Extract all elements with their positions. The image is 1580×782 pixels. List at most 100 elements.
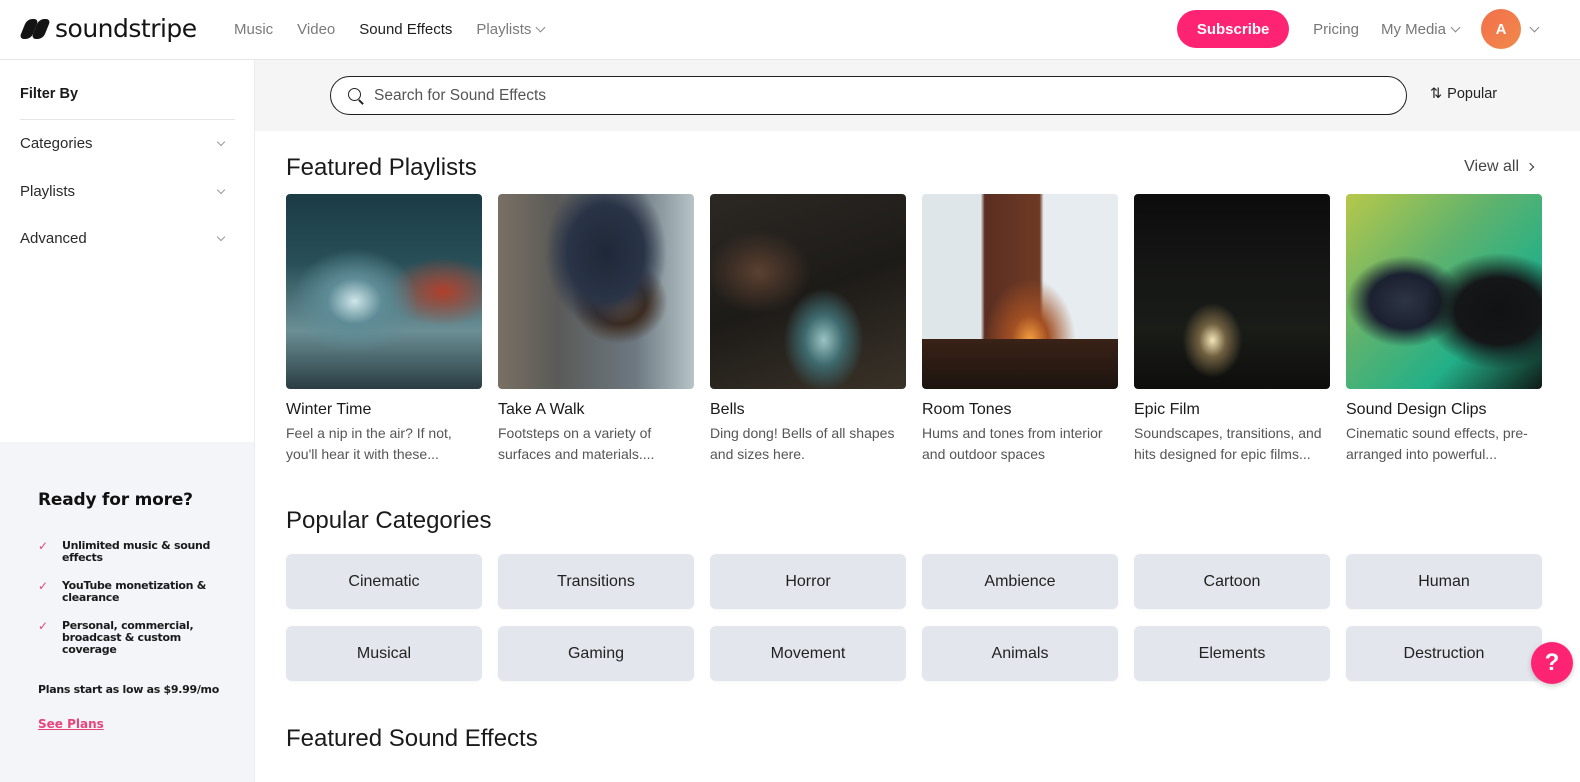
question-mark-icon: ?: [1544, 649, 1560, 676]
promo-feature-text: YouTube monetization & clearance: [62, 579, 207, 604]
sort-dropdown[interactable]: ⇅ Popular: [1430, 86, 1497, 102]
promo-price: Plans start as low as $9.99/mo: [38, 683, 219, 696]
category-grid: Cinematic Transitions Horror Ambience Ca…: [286, 554, 1542, 681]
subscribe-button[interactable]: Subscribe: [1177, 10, 1290, 48]
playlist-name[interactable]: Sound Design Clips: [1346, 401, 1542, 419]
playlist-thumbnail[interactable]: [922, 194, 1118, 389]
playlist-thumbnail[interactable]: [1346, 194, 1542, 389]
playlist-thumbnail[interactable]: [286, 194, 482, 389]
playlist-description: Hums and tones from interior and outdoor…: [922, 425, 1103, 462]
filter-playlists-label: Playlists: [20, 183, 76, 200]
popular-categories-title: Popular Categories: [286, 507, 492, 534]
playlist-description: Feel a nip in the air? If not, you'll he…: [286, 425, 452, 462]
pricing-link[interactable]: Pricing: [1313, 21, 1359, 38]
promo-feature: ✓ Unlimited music & sound effects: [38, 540, 228, 564]
check-icon: ✓: [38, 539, 48, 553]
logo-text: soundstripe: [55, 14, 197, 43]
promo-title: Ready for more?: [38, 490, 193, 510]
user-avatar[interactable]: A: [1481, 9, 1521, 49]
see-plans-link[interactable]: See Plans: [38, 717, 104, 731]
filter-sidebar: Filter By Categories Playlists Advanced …: [0, 60, 255, 782]
category-button[interactable]: Movement: [710, 626, 906, 681]
filter-advanced-label: Advanced: [20, 230, 87, 247]
featured-sound-effects-title: Featured Sound Effects: [286, 725, 538, 752]
category-button[interactable]: Ambience: [922, 554, 1118, 609]
search-box[interactable]: [330, 76, 1407, 115]
check-icon: ✓: [38, 619, 48, 633]
nav-sound-effects[interactable]: Sound Effects: [359, 21, 452, 38]
my-media-menu[interactable]: My Media: [1380, 20, 1461, 38]
playlist-card[interactable]: Sound Design Clips Cinematic sound effec…: [1346, 194, 1542, 465]
chevron-down-icon: [216, 137, 226, 146]
filter-categories-label: Categories: [20, 135, 93, 152]
playlist-name[interactable]: Bells: [710, 401, 906, 419]
category-button[interactable]: Animals: [922, 626, 1118, 681]
playlist-name[interactable]: Winter Time: [286, 401, 482, 419]
check-icon: ✓: [38, 579, 48, 593]
view-all-link[interactable]: View all: [1464, 158, 1535, 176]
category-button[interactable]: Musical: [286, 626, 482, 681]
search-input[interactable]: [374, 86, 1406, 105]
featured-playlists-title: Featured Playlists: [286, 154, 477, 181]
sort-arrows-icon: ⇅: [1430, 86, 1443, 102]
playlist-description: Cinematic sound effects, pre-arranged in…: [1346, 425, 1528, 462]
search-icon: [348, 87, 364, 104]
logo-mark-icon: [18, 18, 52, 39]
category-button[interactable]: Cinematic: [286, 554, 482, 609]
search-toolbar: ⇅ Popular: [255, 60, 1580, 131]
playlist-description: Soundscapes, transitions, and hits desig…: [1134, 425, 1322, 462]
top-header: soundstripe Music Video Sound Effects Pl…: [0, 0, 1580, 60]
chevron-down-icon: [216, 185, 226, 194]
playlist-description: Ding dong! Bells of all shapes and sizes…: [710, 425, 895, 462]
promo-feature-text: Personal, commercial, broadcast & custom…: [62, 619, 194, 656]
playlist-card[interactable]: Winter Time Feel a nip in the air? If no…: [286, 194, 482, 465]
playlist-card[interactable]: Room Tones Hums and tones from interior …: [922, 194, 1118, 465]
nav-playlists-label: Playlists: [476, 20, 532, 38]
playlist-name[interactable]: Epic Film: [1134, 401, 1330, 419]
my-media-label: My Media: [1380, 20, 1446, 38]
sort-label: Popular: [1447, 86, 1498, 102]
account-chevron-down-icon[interactable]: [1529, 22, 1540, 32]
header-right: Subscribe Pricing My Media A: [1177, 0, 1540, 58]
playlist-name[interactable]: Room Tones: [922, 401, 1118, 419]
help-button[interactable]: ?: [1531, 642, 1573, 684]
playlist-row: Winter Time Feel a nip in the air? If no…: [286, 194, 1542, 465]
nav-video[interactable]: Video: [297, 21, 335, 38]
filter-advanced[interactable]: Advanced: [20, 230, 232, 247]
soundstripe-logo[interactable]: soundstripe: [18, 14, 197, 43]
filter-title: Filter By: [20, 86, 79, 102]
promo-feature: ✓ YouTube monetization & clearance: [38, 580, 228, 604]
category-button[interactable]: Gaming: [498, 626, 694, 681]
playlist-thumbnail[interactable]: [498, 194, 694, 389]
main-nav: Music Video Sound Effects Playlists: [234, 0, 568, 58]
chevron-down-icon: [1450, 22, 1461, 32]
filter-categories[interactable]: Categories: [20, 135, 232, 152]
nav-music-label: Music: [234, 20, 274, 38]
nav-sound-effects-label: Sound Effects: [359, 20, 453, 38]
playlist-name[interactable]: Take A Walk: [498, 401, 694, 419]
playlist-card[interactable]: Epic Film Soundscapes, transitions, and …: [1134, 194, 1330, 465]
view-all-label: View all: [1464, 158, 1519, 175]
category-button[interactable]: Destruction: [1346, 626, 1542, 681]
chevron-right-icon: [1525, 162, 1535, 172]
playlist-description: Footsteps on a variety of surfaces and m…: [498, 425, 655, 462]
category-button[interactable]: Cartoon: [1134, 554, 1330, 609]
filter-playlists[interactable]: Playlists: [20, 183, 232, 200]
chevron-down-icon: [535, 22, 546, 32]
playlist-thumbnail[interactable]: [710, 194, 906, 389]
category-button[interactable]: Elements: [1134, 626, 1330, 681]
pricing-label: Pricing: [1313, 20, 1359, 38]
category-button[interactable]: Transitions: [498, 554, 694, 609]
category-button[interactable]: Horror: [710, 554, 906, 609]
category-button[interactable]: Human: [1346, 554, 1542, 609]
nav-video-label: Video: [297, 20, 336, 38]
playlist-card[interactable]: Take A Walk Footsteps on a variety of su…: [498, 194, 694, 465]
playlist-thumbnail[interactable]: [1134, 194, 1330, 389]
playlist-card[interactable]: Bells Ding dong! Bells of all shapes and…: [710, 194, 906, 465]
nav-music[interactable]: Music: [234, 21, 273, 38]
promo-feature: ✓ Personal, commercial, broadcast & cust…: [38, 620, 228, 656]
chevron-down-icon: [216, 232, 226, 241]
upgrade-promo: Ready for more? ✓ Unlimited music & soun…: [0, 442, 254, 782]
nav-playlists[interactable]: Playlists: [476, 20, 546, 38]
promo-feature-text: Unlimited music & sound effects: [62, 539, 211, 564]
